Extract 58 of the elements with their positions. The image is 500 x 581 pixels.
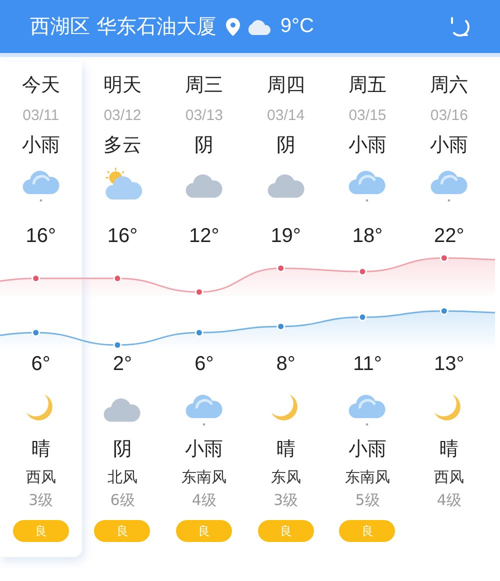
- night-condition: 晴: [440, 437, 459, 462]
- night-condition: 小雨: [185, 437, 224, 462]
- location-pin-icon: [226, 18, 240, 36]
- air-quality-badge: 良: [339, 520, 396, 542]
- low-temperature: 11°: [353, 352, 382, 376]
- wind-direction: 东南风: [344, 468, 390, 486]
- wind-direction: 东风: [270, 468, 301, 486]
- wind-direction: 西风: [26, 468, 56, 486]
- day-date: 03/15: [348, 106, 386, 124]
- wind-level: 4级: [192, 490, 216, 510]
- day-date: 03/13: [185, 106, 223, 124]
- low-temperature: 8°: [276, 352, 296, 376]
- day-condition: 小雨: [22, 133, 60, 158]
- day-condition: 阴: [194, 133, 214, 158]
- wind-direction: 东南风: [182, 468, 227, 486]
- day-date: 03/11: [22, 106, 60, 124]
- wind-level: 4级: [436, 490, 462, 510]
- air-quality-badge: 良: [94, 520, 150, 542]
- day-date: 03/14: [267, 106, 305, 124]
- day-condition: 多云: [103, 133, 142, 158]
- day-name[interactable]: 今天: [22, 72, 60, 98]
- wind-level: 6级: [110, 490, 135, 510]
- day-name[interactable]: 周六: [430, 72, 468, 98]
- day-condition: 小雨: [348, 133, 386, 158]
- high-temperature: 18°: [352, 224, 383, 248]
- air-quality-badge: 良: [258, 520, 314, 542]
- day-date: 03/12: [104, 106, 142, 124]
- night-condition: 小雨: [348, 437, 386, 462]
- high-temperature: 19°: [270, 224, 301, 248]
- wind-level: 5级: [355, 490, 380, 510]
- high-temperature: 16°: [26, 224, 56, 248]
- day-condition: 小雨: [430, 133, 468, 158]
- low-temperature: 13°: [434, 352, 464, 376]
- wind-level: 3级: [28, 490, 54, 510]
- high-temperature: 12°: [189, 224, 220, 248]
- day-name[interactable]: 周四: [266, 72, 305, 98]
- night-condition: 晴: [31, 437, 50, 462]
- low-temperature: 6°: [194, 352, 214, 376]
- high-temperature: 22°: [434, 224, 464, 248]
- air-quality-badge: 良: [12, 520, 69, 542]
- air-quality-badge: 良: [176, 520, 232, 542]
- wind-direction: 西风: [434, 468, 464, 486]
- cloud-icon: [246, 18, 272, 34]
- day-name[interactable]: 明天: [103, 72, 142, 98]
- wind-direction: 北风: [107, 468, 138, 486]
- low-temperature: 6°: [31, 352, 50, 376]
- low-temperature: 2°: [112, 352, 132, 376]
- day-date: 03/16: [430, 106, 468, 124]
- current-temperature: 9°C: [280, 15, 314, 38]
- sync-icon[interactable]: [448, 14, 470, 38]
- night-condition: 晴: [276, 437, 296, 462]
- day-name[interactable]: 周三: [185, 72, 224, 98]
- day-condition: 阴: [276, 133, 296, 158]
- day-name[interactable]: 周五: [348, 72, 386, 98]
- location-text: 西湖区 华东石油大厦: [30, 13, 216, 40]
- night-condition: 阴: [112, 437, 132, 462]
- high-temperature: 16°: [107, 224, 138, 248]
- wind-level: 3级: [274, 490, 298, 510]
